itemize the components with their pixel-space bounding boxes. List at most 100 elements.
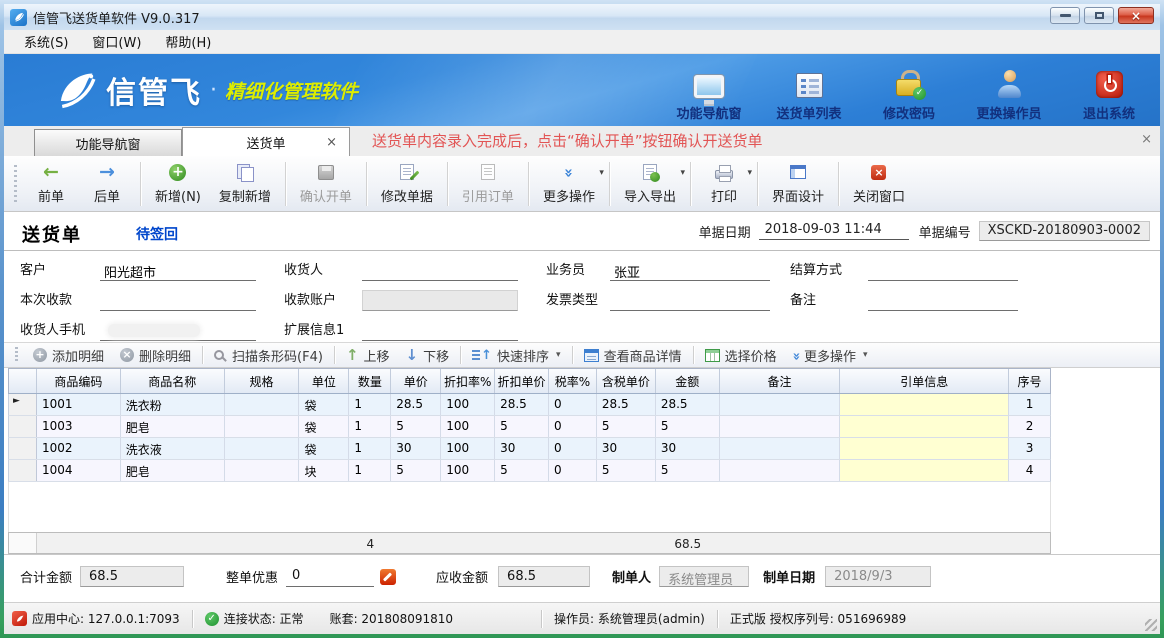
- column-header[interactable]: 数量: [349, 369, 391, 393]
- status-license: 正式版 授权序列号: 051696989: [730, 610, 906, 627]
- tabbar-close-icon[interactable]: ×: [1141, 132, 1152, 147]
- toolbar-button-next[interactable]: → 后单: [79, 160, 135, 207]
- tab-close-icon[interactable]: ×: [326, 135, 337, 150]
- phone-field[interactable]: [100, 320, 256, 341]
- column-header[interactable]: 商品编码: [37, 369, 121, 393]
- maximize-button[interactable]: [1084, 7, 1114, 24]
- payment-label: 本次收款: [20, 289, 100, 311]
- column-header[interactable]: 商品名称: [121, 369, 225, 393]
- column-header[interactable]: 折扣单价: [495, 369, 549, 393]
- detail-toolbar-grip[interactable]: [15, 347, 18, 363]
- table-row[interactable]: 1002 洗衣液 袋 1 30 100 30 0 30 30 3: [8, 438, 1051, 460]
- discount-field[interactable]: 0: [286, 566, 374, 587]
- detail-button-quick-sort[interactable]: ↑ 快速排序 ▾: [464, 346, 568, 365]
- header-nav-delivery-list[interactable]: 送货单列表: [772, 60, 846, 122]
- menu-window[interactable]: 窗口(W): [82, 30, 151, 53]
- toolbar-button-close-window[interactable]: × 关闭窗口: [844, 160, 914, 207]
- table-row[interactable]: 1003 肥皂 袋 1 5 100 5 0 5 5 2: [8, 416, 1051, 438]
- doc-no-label: 单据编号: [919, 222, 971, 241]
- remark-field[interactable]: [868, 290, 1018, 311]
- detail-button-view-product[interactable]: 查看商品详情: [576, 346, 690, 365]
- toolbar-separator: [140, 162, 141, 206]
- import-export-icon: [643, 164, 657, 180]
- column-header[interactable]: 税率%: [549, 369, 597, 393]
- toolbar-separator: [690, 162, 691, 206]
- minimize-button[interactable]: [1050, 7, 1080, 24]
- column-header[interactable]: 金额: [656, 369, 720, 393]
- toolbar-button-confirm[interactable]: 确认开单: [291, 160, 361, 207]
- user-icon: [996, 70, 1023, 98]
- column-header[interactable]: 引单信息: [840, 369, 1009, 393]
- printer-icon: [715, 170, 733, 179]
- detail-button-move-up[interactable]: ↑ 上移: [338, 346, 398, 365]
- status-connection: ✓ 连接状态: 正常: [205, 610, 304, 627]
- ext1-field[interactable]: [362, 320, 518, 341]
- total-label: 合计金额: [20, 567, 72, 586]
- column-header[interactable]: 单位: [299, 369, 349, 393]
- invoice-label: 发票类型: [546, 289, 610, 311]
- payment-field[interactable]: [100, 290, 256, 311]
- close-button[interactable]: ×: [1118, 7, 1154, 24]
- tab-navigator[interactable]: 功能导航窗: [34, 129, 182, 156]
- toolbar-button-edit-doc[interactable]: 修改单据: [372, 160, 442, 207]
- app-icon: [10, 9, 27, 26]
- row-selector[interactable]: ►: [9, 394, 37, 415]
- toolbar-button-ref-order[interactable]: 引用订单: [453, 160, 523, 207]
- toolbar-button-prev[interactable]: ← 前单: [23, 160, 79, 207]
- totals-bar: 合计金额 68.5 整单优惠 0 应收金额 68.5 制单人 系统管理员 制单日…: [4, 554, 1160, 598]
- detail-button-more[interactable]: » 更多操作 ▾: [785, 346, 876, 365]
- toolbar-button-more[interactable]: » 更多操作 ▾: [534, 160, 604, 207]
- doc-date-field[interactable]: 2018-09-03 11:44: [759, 222, 909, 240]
- toolbar-separator: [447, 162, 448, 206]
- settle-field[interactable]: [868, 260, 1018, 281]
- detail-button-delete-row[interactable]: × 删除明细: [112, 346, 199, 365]
- toolbar-button-ui-design[interactable]: 界面设计: [763, 160, 833, 207]
- menu-system[interactable]: 系统(S): [14, 30, 78, 53]
- toolbar-button-import-export[interactable]: 导入导出 ▾: [615, 160, 685, 207]
- invoice-field[interactable]: [610, 290, 770, 311]
- menu-help[interactable]: 帮助(H): [155, 30, 221, 53]
- table-row[interactable]: ► 1001 洗衣粉 袋 1 28.5 100 28.5 0 28.5 28.5…: [8, 394, 1051, 416]
- column-header[interactable]: 含税单价: [597, 369, 656, 393]
- detail-button-add-row[interactable]: + 添加明细: [25, 346, 112, 365]
- salesman-field[interactable]: 张亚: [610, 260, 770, 281]
- tab-delivery-order[interactable]: 送货单 ×: [182, 127, 350, 156]
- chevrons-icon: »: [788, 352, 803, 358]
- resize-grip[interactable]: [1145, 619, 1157, 631]
- header-nav-change-password[interactable]: ✓ 修改密码: [872, 60, 946, 122]
- arrow-left-icon: ←: [43, 163, 59, 181]
- document-icon: [481, 164, 495, 180]
- column-header[interactable]: 折扣率%: [441, 369, 495, 393]
- product-table: 商品编码 商品名称 规格 单位 数量 单价 折扣率% 折扣单价 税率% 含税单价…: [8, 368, 1051, 554]
- toolbar-button-new[interactable]: + 新增(N): [146, 160, 210, 207]
- row-selector[interactable]: [9, 460, 37, 481]
- receiver-field[interactable]: [362, 260, 518, 281]
- table-row[interactable]: 1004 肥皂 块 1 5 100 5 0 5 5 4: [8, 460, 1051, 482]
- edit-icon: [400, 164, 414, 180]
- doc-date-label: 单据日期: [699, 222, 751, 241]
- toolbar-button-print[interactable]: 打印 ▾: [696, 160, 752, 207]
- column-header[interactable]: 规格: [225, 369, 300, 393]
- detail-button-select-price[interactable]: 选择价格: [697, 346, 785, 365]
- ext1-label: 扩展信息1: [284, 319, 362, 341]
- edit-discount-icon[interactable]: [380, 569, 396, 585]
- column-header[interactable]: 单价: [391, 369, 441, 393]
- header-nav-navigator[interactable]: 功能导航窗: [672, 60, 746, 122]
- move-up-icon: ↑: [346, 346, 359, 364]
- detail-button-move-down[interactable]: ↓ 下移: [398, 346, 458, 365]
- delete-circle-icon: ×: [120, 348, 134, 362]
- header-nav-switch-operator[interactable]: 更换操作员: [972, 60, 1046, 122]
- toolbar-grip[interactable]: [14, 165, 17, 203]
- toolbar-button-copy-new[interactable]: 复制新增: [210, 160, 280, 207]
- column-header[interactable]: 备注: [720, 369, 841, 393]
- row-selector[interactable]: [9, 438, 37, 459]
- minimize-icon: [1060, 14, 1071, 17]
- detail-button-scan-barcode[interactable]: 扫描条形码(F4): [206, 346, 331, 365]
- header-nav-exit[interactable]: 退出系统: [1072, 60, 1146, 122]
- toolbar-separator: [528, 162, 529, 206]
- row-selector[interactable]: [9, 416, 37, 437]
- brand-separator: ·: [210, 78, 217, 103]
- status-separator: [717, 610, 718, 628]
- customer-field[interactable]: 阳光超市: [100, 260, 256, 281]
- column-header[interactable]: 序号: [1009, 369, 1050, 393]
